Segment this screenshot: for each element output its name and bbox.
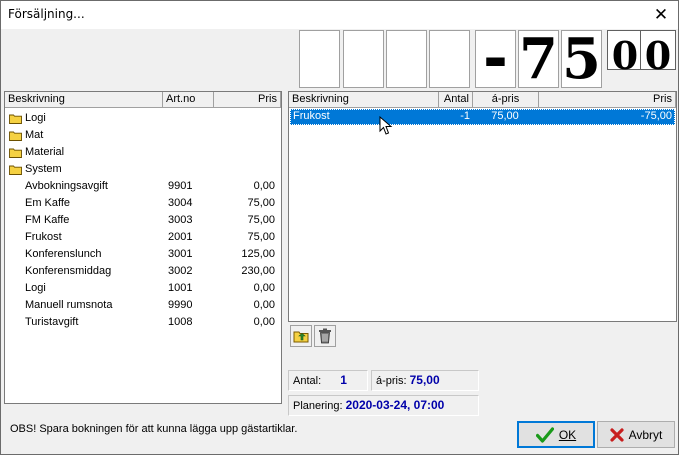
sales-dialog: Försäljning... ✕ - 7 5 0 0 Beskrivning A… bbox=[0, 0, 679, 455]
item-name: Turistavgift bbox=[25, 316, 79, 328]
cancel-button[interactable]: Avbryt bbox=[597, 421, 675, 448]
window-title: Försäljning... bbox=[8, 7, 85, 21]
item-price: 0,00 bbox=[253, 299, 275, 311]
article-list[interactable]: Beskrivning Art.no Pris Logi Mat Material S… bbox=[4, 91, 282, 404]
item-artno: 1001 bbox=[168, 282, 193, 294]
planering-label: Planering: bbox=[293, 400, 343, 412]
cancel-x-icon bbox=[609, 427, 624, 442]
item-price: 230,00 bbox=[241, 265, 275, 277]
column-header-beskrivning[interactable]: Beskrivning bbox=[289, 92, 439, 108]
table-row[interactable]: Avbokningsavgift 9901 0,00 bbox=[5, 179, 281, 196]
display-decimal-digit: 0 bbox=[640, 30, 676, 78]
item-name: FM Kaffe bbox=[25, 214, 70, 226]
item-price: 75,00 bbox=[247, 231, 275, 243]
display-digit: 5 bbox=[561, 26, 602, 92]
title-bar: Försäljning... ✕ bbox=[1, 1, 678, 29]
item-artno: 2001 bbox=[168, 231, 193, 243]
antal-label: Antal: bbox=[293, 375, 322, 387]
delete-button[interactable] bbox=[314, 325, 336, 347]
item-artno: 9990 bbox=[168, 299, 193, 311]
folder-label: Logi bbox=[25, 112, 46, 124]
item-artno: 3004 bbox=[168, 197, 193, 209]
row-antal: -1 bbox=[460, 110, 470, 122]
item-artno: 3001 bbox=[168, 248, 193, 260]
item-name: Manuell rumsnota bbox=[25, 299, 113, 311]
table-row[interactable]: Em Kaffe 3004 75,00 bbox=[5, 196, 281, 213]
folder-icon bbox=[9, 114, 22, 124]
item-artno: 1008 bbox=[168, 316, 193, 328]
display-decimal-digit: 0 bbox=[607, 30, 643, 78]
ok-label: OK bbox=[558, 427, 577, 442]
item-name: Konferenslunch bbox=[25, 248, 102, 260]
item-name: Avbokningsavgift bbox=[25, 180, 108, 192]
list-item[interactable]: Mat bbox=[5, 128, 281, 145]
order-list[interactable]: Beskrivning Antal á-pris Pris Frukost -1… bbox=[288, 91, 677, 322]
planering-info: Planering: 2020-03-24, 07:00 bbox=[288, 395, 479, 416]
notice-text: OBS! Spara bokningen för att kunna lägga… bbox=[10, 423, 298, 435]
close-button[interactable]: ✕ bbox=[650, 5, 672, 25]
close-icon: ✕ bbox=[653, 5, 669, 25]
list-item[interactable]: System bbox=[5, 162, 281, 179]
column-header-pris[interactable]: Pris bbox=[539, 92, 676, 108]
item-price: 75,00 bbox=[247, 197, 275, 209]
planering-value: 2020-03-24, 07:00 bbox=[345, 398, 445, 412]
item-name: Frukost bbox=[25, 231, 62, 243]
item-price: 0,00 bbox=[253, 180, 275, 192]
row-name: Frukost bbox=[293, 110, 330, 122]
column-header-antal[interactable]: Antal bbox=[439, 92, 473, 108]
item-price: 125,00 bbox=[241, 248, 275, 260]
folder-up-button[interactable] bbox=[290, 325, 312, 347]
table-row[interactable]: Frukost -1 75,00 -75,00 bbox=[290, 109, 675, 125]
row-pris: -75,00 bbox=[640, 110, 672, 122]
display-digit bbox=[299, 30, 340, 88]
checkmark-icon bbox=[535, 426, 554, 443]
folder-icon bbox=[9, 148, 22, 158]
item-artno: 9901 bbox=[168, 180, 193, 192]
table-row[interactable]: Manuell rumsnota 9990 0,00 bbox=[5, 298, 281, 315]
item-price: 0,00 bbox=[253, 282, 275, 294]
amount-display: - 7 5 0 0 bbox=[299, 24, 677, 94]
item-name: Logi bbox=[25, 282, 46, 294]
trash-icon bbox=[319, 328, 331, 344]
list-item[interactable]: Material bbox=[5, 145, 281, 162]
table-row[interactable]: Konferensmiddag 3002 230,00 bbox=[5, 264, 281, 281]
apris-info: á-pris: 75,00 bbox=[371, 370, 479, 391]
table-row[interactable]: Frukost 2001 75,00 bbox=[5, 230, 281, 247]
folder-label: System bbox=[25, 163, 62, 175]
column-header-artno[interactable]: Art.no bbox=[163, 92, 214, 108]
display-digit: 7 bbox=[518, 26, 559, 92]
table-row[interactable]: Konferenslunch 3001 125,00 bbox=[5, 247, 281, 264]
ok-button[interactable]: OK bbox=[517, 421, 595, 448]
row-apris: 75,00 bbox=[491, 110, 519, 122]
item-price: 0,00 bbox=[253, 316, 275, 328]
display-digit: - bbox=[475, 24, 516, 94]
folder-label: Material bbox=[25, 146, 65, 158]
item-name: Konferensmiddag bbox=[25, 265, 112, 277]
apris-value: 75,00 bbox=[409, 373, 440, 387]
antal-info: Antal: 1 bbox=[288, 370, 368, 391]
column-header-apris[interactable]: á-pris bbox=[473, 92, 539, 108]
item-artno: 3003 bbox=[168, 214, 193, 226]
column-header-beskrivning[interactable]: Beskrivning bbox=[5, 92, 163, 108]
table-row[interactable]: Logi 1001 0,00 bbox=[5, 281, 281, 298]
folder-up-icon bbox=[293, 331, 309, 343]
mouse-cursor-icon bbox=[379, 116, 393, 135]
display-digit bbox=[386, 30, 427, 88]
table-row[interactable]: FM Kaffe 3003 75,00 bbox=[5, 213, 281, 230]
folder-label: Mat bbox=[25, 129, 44, 141]
item-price: 75,00 bbox=[247, 214, 275, 226]
table-row[interactable]: Turistavgift 1008 0,00 bbox=[5, 315, 281, 332]
display-digit bbox=[429, 30, 470, 88]
item-artno: 3002 bbox=[168, 265, 193, 277]
folder-icon bbox=[9, 131, 22, 141]
display-digit bbox=[343, 30, 384, 88]
folder-icon bbox=[9, 165, 22, 175]
cancel-label: Avbryt bbox=[628, 427, 663, 442]
item-name: Em Kaffe bbox=[25, 197, 71, 209]
list-item[interactable]: Logi bbox=[5, 111, 281, 128]
antal-value: 1 bbox=[340, 373, 347, 387]
apris-label: á-pris: bbox=[376, 375, 407, 387]
column-header-pris[interactable]: Pris bbox=[214, 92, 281, 108]
